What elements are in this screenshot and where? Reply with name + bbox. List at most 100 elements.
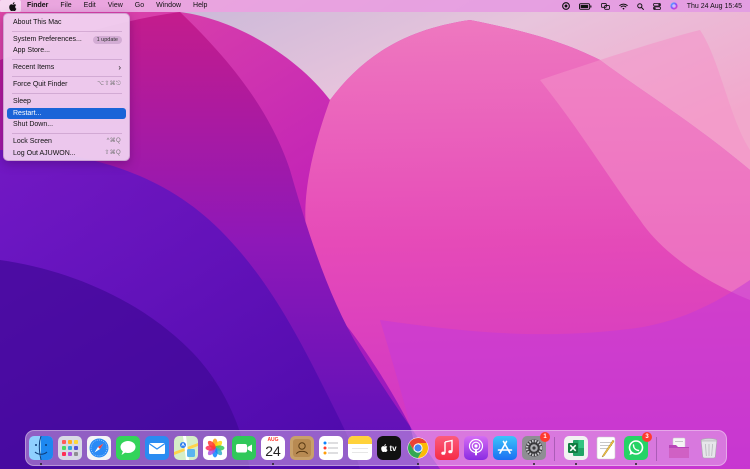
wifi-icon[interactable] bbox=[618, 3, 628, 10]
app-store-icon bbox=[493, 436, 517, 460]
dock-item-apple-tv[interactable]: tv bbox=[377, 436, 401, 460]
dock-item-mail[interactable] bbox=[145, 436, 169, 460]
apple-logo-icon bbox=[9, 1, 17, 11]
running-indicator bbox=[417, 463, 419, 465]
menu-item-label: Shut Down... bbox=[13, 121, 54, 128]
dock-item-downloads-stack[interactable] bbox=[667, 436, 691, 460]
apple-tv-icon bbox=[381, 444, 388, 452]
downloads-folder-icon bbox=[669, 437, 689, 458]
dock-item-launchpad[interactable] bbox=[58, 436, 82, 460]
menu-item-shortcut: ^⌘Q bbox=[106, 138, 121, 144]
menu-item-label: Lock Screen bbox=[13, 138, 52, 145]
menu-separator bbox=[12, 59, 122, 60]
chevron-right-icon: › bbox=[118, 63, 121, 72]
menu-item-label: Force Quit Finder bbox=[13, 81, 68, 88]
calendar-day: 24 bbox=[265, 443, 281, 459]
trash-icon bbox=[700, 438, 718, 459]
siri-icon[interactable] bbox=[670, 2, 678, 10]
dock-item-calendar[interactable]: AUG 24 bbox=[261, 436, 285, 465]
dock-item-app-store[interactable] bbox=[493, 436, 517, 460]
textedit-icon bbox=[596, 436, 616, 460]
notification-badge: 1 bbox=[540, 432, 550, 442]
chrome-icon bbox=[407, 437, 429, 459]
launchpad-icon bbox=[58, 436, 82, 460]
dock-item-reminders[interactable] bbox=[319, 436, 343, 460]
dock-item-finder[interactable] bbox=[29, 436, 53, 465]
menu-item-force-quit[interactable]: Force Quit Finder ⌥⇧⌘⎋ bbox=[7, 79, 126, 90]
menu-item-label: Sleep bbox=[13, 98, 31, 105]
dock-item-music[interactable] bbox=[435, 436, 459, 460]
menu-item-label: Restart... bbox=[13, 110, 42, 117]
dock-item-contacts[interactable] bbox=[290, 436, 314, 460]
photos-icon bbox=[203, 436, 227, 460]
menu-item-restart[interactable]: Restart... bbox=[7, 108, 126, 119]
menu-separator bbox=[12, 31, 122, 32]
mail-icon bbox=[145, 436, 169, 460]
podcasts-icon bbox=[464, 436, 488, 460]
menu-help[interactable]: Help bbox=[187, 0, 213, 12]
apple-tv-label: tv bbox=[389, 443, 397, 453]
dock-item-excel[interactable] bbox=[564, 436, 588, 465]
apple-menu-button[interactable] bbox=[0, 0, 21, 12]
menu-item-label: About This Mac bbox=[13, 19, 62, 26]
notification-badge: 3 bbox=[642, 432, 652, 442]
dock: AUG 24 tv 1 3 bbox=[25, 430, 727, 466]
maps-icon bbox=[174, 436, 198, 460]
reminders-icon bbox=[319, 436, 343, 460]
messages-icon bbox=[116, 436, 140, 460]
menu-app-finder[interactable]: Finder bbox=[21, 0, 54, 12]
running-indicator bbox=[533, 463, 535, 465]
dock-item-system-preferences[interactable]: 1 bbox=[522, 432, 550, 465]
dock-item-podcasts[interactable] bbox=[464, 436, 488, 460]
menu-item-log-out[interactable]: Log Out AJUWON... ⇧⌘Q bbox=[7, 148, 126, 159]
menubar-clock[interactable]: Thu 24 Aug 15:45 bbox=[687, 3, 742, 10]
menu-item-label: System Preferences... bbox=[13, 36, 82, 43]
running-indicator bbox=[272, 463, 274, 465]
dock-separator bbox=[554, 437, 555, 461]
menu-window[interactable]: Window bbox=[150, 0, 187, 12]
menu-edit[interactable]: Edit bbox=[78, 0, 102, 12]
dock-item-facetime[interactable] bbox=[232, 436, 256, 460]
excel-icon bbox=[564, 436, 588, 460]
menu-item-label: Recent Items bbox=[13, 64, 55, 71]
menu-view[interactable]: View bbox=[102, 0, 129, 12]
menu-item-shortcut: ⌥⇧⌘⎋ bbox=[97, 81, 121, 87]
dock-item-notes[interactable] bbox=[348, 436, 372, 460]
dock-item-photos[interactable] bbox=[203, 436, 227, 460]
running-indicator bbox=[635, 463, 637, 465]
menu-item-shortcut: ⇧⌘Q bbox=[104, 150, 121, 156]
menu-item-sleep[interactable]: Sleep bbox=[7, 96, 126, 107]
menu-item-app-store[interactable]: App Store... bbox=[7, 45, 126, 56]
menu-go[interactable]: Go bbox=[129, 0, 150, 12]
music-icon bbox=[435, 436, 459, 460]
contacts-icon bbox=[290, 436, 314, 460]
screen-mirroring-icon[interactable] bbox=[600, 2, 610, 10]
dock-item-trash[interactable] bbox=[697, 436, 721, 460]
menu-item-label: App Store... bbox=[13, 47, 50, 54]
update-badge: 1 update bbox=[92, 35, 122, 44]
notes-icon bbox=[348, 436, 372, 460]
dock-item-messages[interactable] bbox=[116, 436, 140, 460]
menu-item-recent-items[interactable]: Recent Items › bbox=[7, 62, 126, 73]
menu-bar: Finder File Edit View Go Window Help Thu… bbox=[0, 0, 750, 12]
control-center-icon[interactable] bbox=[652, 2, 661, 10]
screen-recording-icon[interactable] bbox=[561, 2, 570, 10]
search-icon[interactable] bbox=[636, 2, 644, 10]
menu-item-system-preferences[interactable]: System Preferences... 1 update bbox=[7, 34, 126, 45]
dock-item-whatsapp[interactable]: 3 bbox=[624, 432, 652, 465]
battery-icon[interactable] bbox=[578, 2, 592, 10]
menu-item-about-this-mac[interactable]: About This Mac bbox=[7, 17, 126, 28]
dock-item-chrome[interactable] bbox=[406, 436, 430, 465]
dock-item-maps[interactable] bbox=[174, 436, 198, 460]
menu-separator bbox=[12, 93, 122, 94]
dock-item-textedit[interactable] bbox=[594, 436, 618, 460]
facetime-icon bbox=[232, 436, 256, 460]
menu-file[interactable]: File bbox=[54, 0, 77, 12]
menu-item-shut-down[interactable]: Shut Down... bbox=[7, 119, 126, 130]
safari-icon bbox=[87, 436, 111, 460]
apple-menu-dropdown: About This Mac System Preferences... 1 u… bbox=[3, 13, 130, 161]
menu-item-label: Log Out AJUWON... bbox=[13, 150, 76, 157]
menu-item-lock-screen[interactable]: Lock Screen ^⌘Q bbox=[7, 136, 126, 147]
menu-separator bbox=[12, 76, 122, 77]
dock-item-safari[interactable] bbox=[87, 436, 111, 460]
